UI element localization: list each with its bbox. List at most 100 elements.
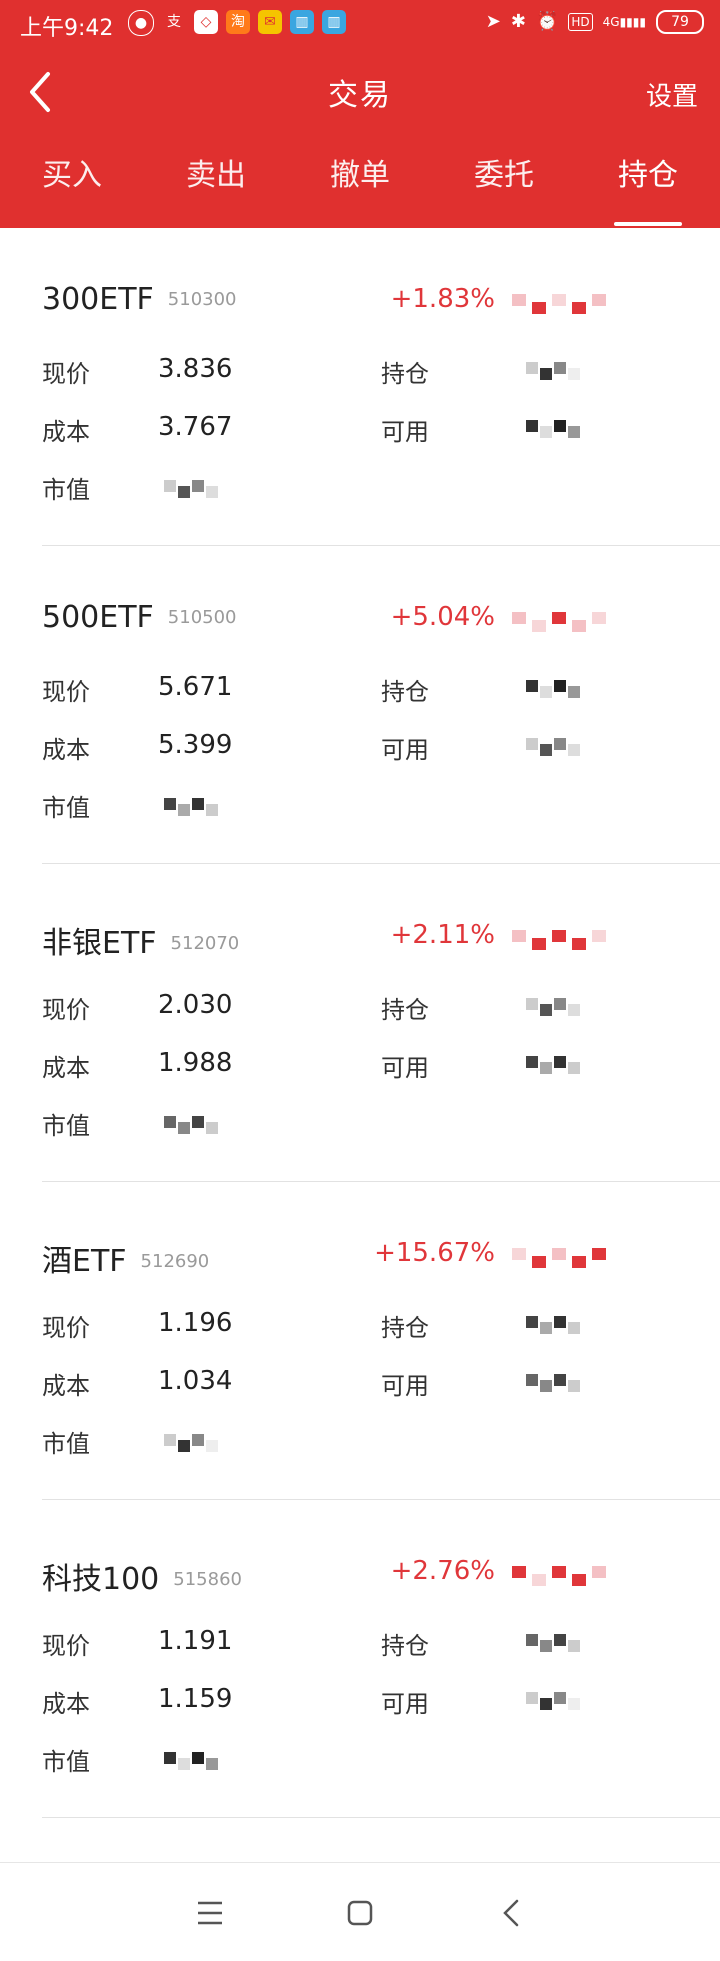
masked-holding [526,1316,586,1340]
network-type: 4G [602,15,620,29]
redaction-pixel [592,294,606,306]
tab-sell[interactable]: 卖出 [144,150,288,228]
redaction-pixel [178,1122,190,1134]
cost-value: 1.034 [158,1366,233,1396]
redaction-pixel [178,804,190,816]
redaction-pixel [526,998,538,1010]
redaction-pixel [512,930,526,942]
masked-profit [512,294,622,316]
signal-icon: 4G▮▮▮▮ [602,15,646,29]
cost-label: 成本 [42,1690,90,1718]
available-label: 可用 [381,736,429,764]
back-nav-icon[interactable] [492,1893,532,1933]
menu-icon[interactable] [190,1893,230,1933]
fund-name-text: 500ETF [42,600,154,635]
home-icon[interactable] [340,1893,380,1933]
settings-button[interactable]: 设置 [646,76,698,113]
masked-available [526,420,586,444]
bank-app-icon-2: ▥ [322,10,346,34]
redaction-pixel [554,1692,566,1704]
redaction-pixel [526,1056,538,1068]
redaction-pixel [540,686,552,698]
redaction-pixel [540,426,552,438]
fund-code: 512070 [170,933,240,954]
redaction-pixel [572,1574,586,1586]
holding-card[interactable]: 非银ETF 512070 +2.11% 现价 2.030 持仓 成本 1.988 … [0,864,720,1182]
masked-market-value [164,480,274,504]
available-label: 可用 [381,1054,429,1082]
fund-name: 科技100 515860 [42,1554,242,1598]
fund-name-text: 非银ETF [42,926,157,961]
bluetooth-icon: ✱ [510,11,526,32]
redaction-pixel [532,938,546,950]
redaction-pixel [192,1116,204,1128]
tab-positions[interactable]: 持仓 [576,150,720,228]
holding-label: 持仓 [381,996,429,1024]
profit-percent: +2.11% [390,920,495,950]
available-label: 可用 [381,418,429,446]
available-label: 可用 [381,1372,429,1400]
fund-name-text: 酒ETF [42,1244,127,1279]
redaction-pixel [164,1116,176,1128]
card-divider [42,1817,720,1818]
redaction-pixel [572,302,586,314]
redaction-pixel [552,294,566,306]
redaction-pixel [554,362,566,374]
masked-profit [512,612,622,634]
redaction-pixel [554,1056,566,1068]
tab-buy[interactable]: 买入 [0,150,144,228]
masked-available [526,1374,586,1398]
bank-app-icon: ▥ [290,10,314,34]
price-value: 1.196 [158,1308,233,1338]
redaction-pixel [164,798,176,810]
redaction-pixel [206,1122,218,1134]
redaction-pixel [552,1248,566,1260]
price-label: 现价 [42,1314,90,1342]
nav-row: 交易 设置 [0,50,720,134]
holding-card[interactable]: 300ETF 510300 +1.83% 现价 3.836 持仓 成本 3.767… [0,228,720,546]
holding-card[interactable]: 科技100 515860 +2.76% 现价 1.191 持仓 成本 1.159 … [0,1500,720,1818]
redaction-pixel [540,1062,552,1074]
redaction-pixel [526,1374,538,1386]
price-value: 5.671 [158,672,233,702]
redaction-pixel [540,1380,552,1392]
redaction-pixel [568,1062,580,1074]
tab-cancel-order[interactable]: 撤单 [288,150,432,228]
redaction-pixel [178,1758,190,1770]
masked-available [526,1692,586,1716]
app-header: 上午9:42 ● 支 ◇ 淘 ✉ ▥ ▥ ➤ ✱ ⏰ HD 4G▮▮▮▮ 79 … [0,0,720,228]
holding-card[interactable]: 酒ETF 512690 +15.67% 现价 1.196 持仓 成本 1.034 … [0,1182,720,1500]
redaction-pixel [206,1440,218,1452]
redaction-pixel [192,1434,204,1446]
redaction-pixel [568,426,580,438]
fund-code: 512690 [140,1251,210,1272]
redaction-pixel [532,302,546,314]
fund-name: 500ETF 510500 [42,600,237,635]
masked-market-value [164,1434,274,1458]
cost-label: 成本 [42,1372,90,1400]
hd-icon: HD [568,13,593,31]
redaction-pixel [592,1566,606,1578]
masked-profit [512,1248,622,1270]
masked-holding [526,1634,586,1658]
fund-code: 515860 [173,1569,242,1590]
redaction-pixel [540,1322,552,1334]
redaction-pixel [592,1248,606,1260]
redaction-pixel [572,1256,586,1268]
alipay-icon: 支 [167,14,181,30]
redaction-pixel [164,1434,176,1446]
tab-orders[interactable]: 委托 [432,150,576,228]
status-time: 上午9:42 [20,16,114,41]
redaction-pixel [572,938,586,950]
redaction-pixel [592,612,606,624]
redaction-pixel [178,486,190,498]
redaction-pixel [540,368,552,380]
masked-market-value [164,1752,274,1776]
fund-name-text: 科技100 [42,1562,160,1597]
redaction-pixel [512,1566,526,1578]
market-value-label: 市值 [42,794,90,822]
holding-card[interactable]: 500ETF 510500 +5.04% 现价 5.671 持仓 成本 5.399… [0,546,720,864]
redaction-pixel [540,744,552,756]
redaction-pixel [554,998,566,1010]
page-title: 交易 [328,78,392,113]
